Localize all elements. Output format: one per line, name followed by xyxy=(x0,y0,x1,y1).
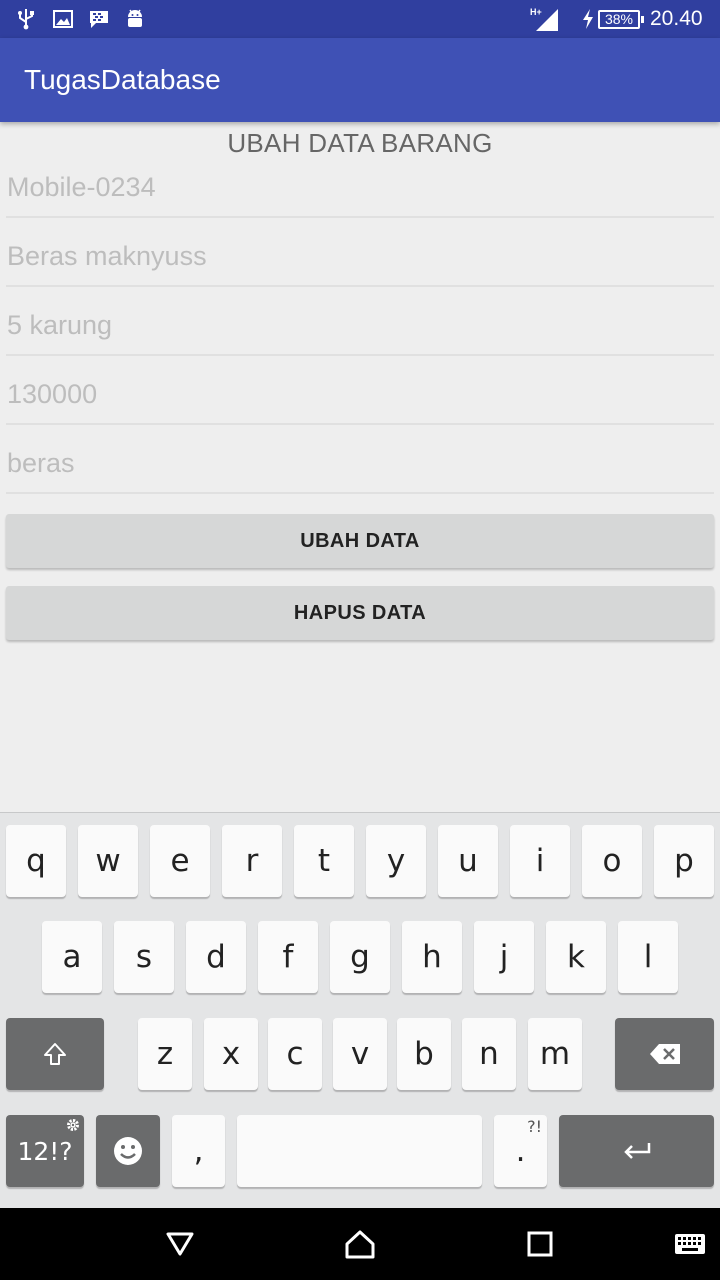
space-key[interactable] xyxy=(237,1115,482,1187)
android-icon xyxy=(123,7,147,31)
period-label: . xyxy=(515,1133,526,1169)
key-f[interactable]: f xyxy=(258,921,318,993)
period-key[interactable]: . ?! xyxy=(494,1115,547,1187)
delete-data-button[interactable]: HAPUS DATA xyxy=(6,586,714,640)
signal-hplus-icon: H+ xyxy=(530,7,562,31)
key-g[interactable]: g xyxy=(330,921,390,993)
status-bar: H+ 38% 20.40 xyxy=(0,0,720,38)
shift-icon xyxy=(42,1041,68,1067)
price-field[interactable] xyxy=(6,371,714,425)
key-n[interactable]: n xyxy=(462,1018,516,1090)
charging-icon xyxy=(576,7,600,31)
key-h[interactable]: h xyxy=(402,921,462,993)
key-m[interactable]: m xyxy=(528,1018,582,1090)
quantity-field[interactable] xyxy=(6,302,714,356)
recents-icon[interactable] xyxy=(522,1229,558,1259)
emoji-key[interactable] xyxy=(96,1115,160,1187)
back-icon[interactable] xyxy=(162,1229,198,1259)
item-code-field[interactable] xyxy=(6,164,714,218)
page-heading: UBAH DATA BARANG xyxy=(227,128,493,158)
key-z[interactable]: z xyxy=(138,1018,192,1090)
comma-key[interactable]: , xyxy=(172,1115,225,1187)
key-r[interactable]: r xyxy=(222,825,282,897)
image-icon xyxy=(51,7,75,31)
key-p[interactable]: p xyxy=(654,825,714,897)
key-w[interactable]: w xyxy=(78,825,138,897)
key-y[interactable]: y xyxy=(366,825,426,897)
enter-icon xyxy=(621,1139,653,1163)
usb-icon xyxy=(14,7,38,31)
backspace-icon xyxy=(649,1043,681,1065)
key-x[interactable]: x xyxy=(204,1018,258,1090)
enter-key[interactable] xyxy=(559,1115,714,1187)
key-l[interactable]: l xyxy=(618,921,678,993)
key-k[interactable]: k xyxy=(546,921,606,993)
update-data-button[interactable]: UBAH DATA xyxy=(6,514,714,568)
key-a[interactable]: a xyxy=(42,921,102,993)
svg-text:H+: H+ xyxy=(530,7,542,17)
symbols-label: 12!? xyxy=(17,1136,73,1166)
key-i[interactable]: i xyxy=(510,825,570,897)
shift-key[interactable] xyxy=(6,1018,104,1090)
key-t[interactable]: t xyxy=(294,825,354,897)
navigation-bar xyxy=(0,1208,720,1280)
app-bar: TugasDatabase xyxy=(0,38,720,122)
key-s[interactable]: s xyxy=(114,921,174,993)
key-d[interactable]: d xyxy=(186,921,246,993)
category-field[interactable] xyxy=(6,440,714,494)
key-e[interactable]: e xyxy=(150,825,210,897)
settings-icon xyxy=(66,1118,80,1132)
item-name-field[interactable] xyxy=(6,233,714,287)
home-icon[interactable] xyxy=(342,1229,378,1259)
keyboard-icon[interactable] xyxy=(672,1229,708,1259)
emoji-icon xyxy=(112,1135,144,1167)
period-hint: ?! xyxy=(527,1117,542,1136)
key-v[interactable]: v xyxy=(333,1018,387,1090)
battery-indicator: 38% xyxy=(598,10,644,29)
key-o[interactable]: o xyxy=(582,825,642,897)
key-q[interactable]: q xyxy=(6,825,66,897)
backspace-key[interactable] xyxy=(615,1018,714,1090)
key-u[interactable]: u xyxy=(438,825,498,897)
symbols-key[interactable]: 12!? xyxy=(6,1115,84,1187)
app-title: TugasDatabase xyxy=(24,64,221,95)
key-j[interactable]: j xyxy=(474,921,534,993)
key-b[interactable]: b xyxy=(397,1018,451,1090)
key-c[interactable]: c xyxy=(268,1018,322,1090)
bbm-icon xyxy=(87,7,111,31)
clock: 20.40 xyxy=(650,7,703,30)
soft-keyboard: q w e r t y u i o p a s d f g h j k l z … xyxy=(0,812,720,1208)
